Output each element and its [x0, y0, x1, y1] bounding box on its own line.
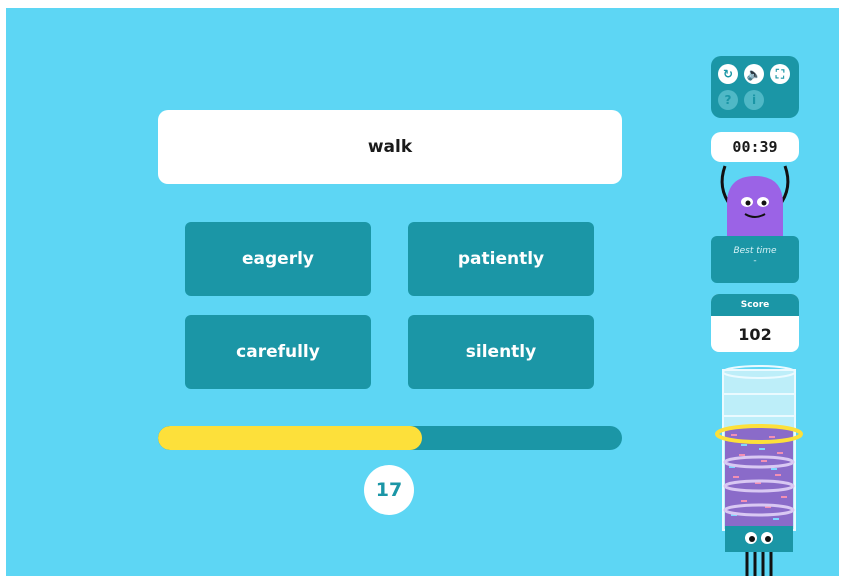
help-icon[interactable]: ? — [718, 90, 738, 110]
answer-option-1[interactable]: eagerly — [185, 222, 371, 296]
question-counter: 17 — [364, 465, 414, 515]
score-label: Score — [711, 294, 799, 316]
prompt-word: walk — [367, 137, 413, 157]
answer-option-4[interactable]: silently — [408, 315, 594, 389]
restart-icon[interactable]: ↻ — [718, 64, 738, 84]
answer-option-2[interactable]: patiently — [408, 222, 594, 296]
best-time-label: Best time — [733, 246, 777, 256]
score-value: 102 — [738, 324, 772, 344]
control-panel: ↻ 🔈 ⛶ ? i — [711, 56, 799, 118]
info-icon[interactable]: i — [744, 90, 764, 110]
progress-bar — [158, 426, 622, 450]
monster-mascot-icon — [720, 165, 790, 246]
progress-fill — [158, 426, 423, 450]
fullscreen-icon[interactable]: ⛶ — [770, 64, 790, 84]
sprinkle-tower-icon — [715, 365, 803, 576]
answer-option-3[interactable]: carefully — [185, 315, 371, 389]
game-stage: walk eagerly patiently carefully silentl… — [6, 8, 839, 576]
prompt-card: walk — [158, 110, 622, 184]
best-time-value: - — [753, 256, 757, 266]
sound-icon[interactable]: 🔈 — [744, 64, 764, 84]
score-panel: Score 102 — [711, 294, 799, 352]
best-time-panel: Best time - — [711, 236, 799, 283]
